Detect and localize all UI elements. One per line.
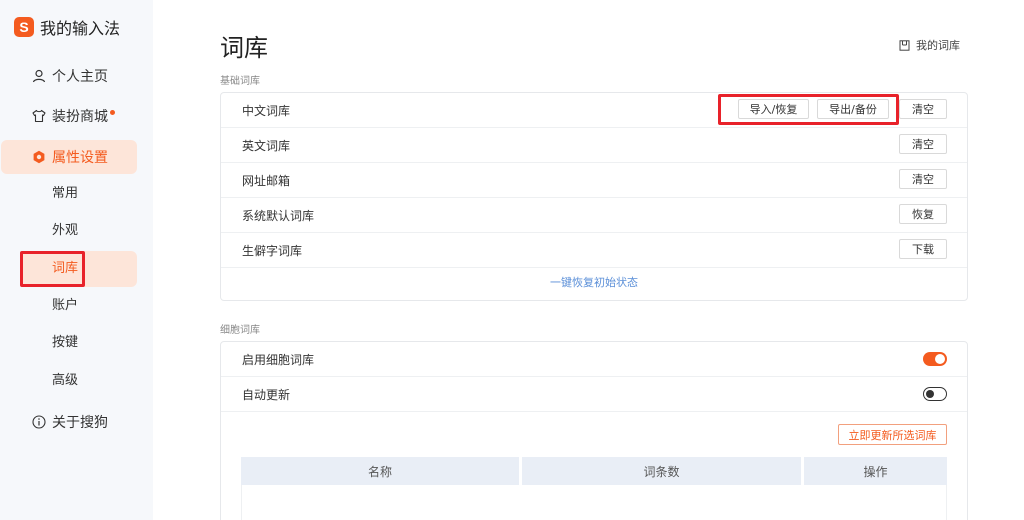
- dict-row-system-default: 系统默认词库 恢复: [221, 198, 967, 233]
- sub-item-common[interactable]: 常用: [52, 184, 78, 204]
- clear-english-button[interactable]: 清空: [899, 134, 947, 154]
- basic-dict-card: 中文词库 导入/恢复 导出/备份 清空 英文词库 清空 网址邮箱 清空 系统默认…: [220, 92, 968, 301]
- row-label: 网址邮箱: [242, 173, 291, 188]
- restore-system-button[interactable]: 恢复: [899, 204, 947, 224]
- sub-item-appearance[interactable]: 外观: [52, 221, 78, 241]
- row-label: 自动更新: [242, 387, 291, 402]
- basic-dict-section-label: 基础词库: [220, 76, 260, 87]
- setting-row-enable-cell: 启用细胞词库: [221, 342, 967, 377]
- clear-chinese-button[interactable]: 清空: [899, 99, 947, 119]
- export-backup-button[interactable]: 导出/备份: [817, 99, 889, 119]
- row-label: 启用细胞词库: [242, 352, 315, 367]
- column-header-name: 名称: [241, 457, 519, 485]
- row-label: 英文词库: [242, 138, 291, 153]
- user-icon: [32, 69, 46, 83]
- download-rare-button[interactable]: 下载: [899, 239, 947, 259]
- cell-dict-table-body: [241, 485, 947, 520]
- sidebar-item-about[interactable]: 关于搜狗: [0, 405, 153, 439]
- sidebar-item-label: 装扮商城: [52, 109, 108, 125]
- row-label: 生僻字词库: [242, 243, 303, 258]
- my-dictionary-label: 我的词库: [916, 39, 960, 52]
- my-dictionary-link[interactable]: 我的词库: [899, 37, 960, 53]
- sidebar-item-settings[interactable]: 属性设置: [1, 140, 137, 174]
- sub-item-account[interactable]: 账户: [52, 296, 78, 316]
- brand-name: 我的输入法: [40, 19, 121, 38]
- sogou-logo: S: [14, 17, 34, 37]
- enable-cell-toggle[interactable]: [923, 352, 947, 366]
- sub-item-advanced[interactable]: 高级: [52, 371, 78, 391]
- new-badge-dot: [110, 109, 115, 115]
- sidebar-item-store[interactable]: 装扮商城: [0, 99, 153, 133]
- import-restore-button[interactable]: 导入/恢复: [738, 99, 809, 119]
- settings-icon: [32, 150, 46, 164]
- dict-row-english: 英文词库 清空: [221, 128, 967, 163]
- page-title: 词库: [220, 34, 268, 62]
- info-icon: [32, 415, 46, 429]
- sidebar: S 我的输入法 个人主页 装扮商城 属性设置 常用 外观 词库 账户 按键 高级…: [0, 0, 153, 520]
- book-icon: [899, 39, 910, 51]
- brand: S 我的输入法: [14, 14, 120, 40]
- sidebar-item-profile[interactable]: 个人主页: [0, 59, 153, 93]
- cell-dict-section-label: 细胞词库: [220, 325, 260, 336]
- dict-row-url-email: 网址邮箱 清空: [221, 163, 967, 198]
- sidebar-item-label: 关于搜狗: [52, 415, 108, 431]
- update-selected-button[interactable]: 立即更新所选词库: [838, 424, 947, 445]
- cell-dict-card: 启用细胞词库 自动更新 立即更新所选词库 名称 词条数 操作: [220, 341, 968, 520]
- dict-row-chinese: 中文词库 导入/恢复 导出/备份 清空: [221, 93, 967, 128]
- row-label: 系统默认词库: [242, 208, 315, 223]
- cell-dict-table-header: 名称 词条数 操作: [241, 457, 947, 485]
- sidebar-item-label: 个人主页: [52, 69, 108, 85]
- row-label: 中文词库: [242, 103, 291, 118]
- sidebar-item-label: 属性设置: [52, 150, 108, 166]
- clear-url-email-button[interactable]: 清空: [899, 169, 947, 189]
- dict-row-rare-chars: 生僻字词库 下载: [221, 233, 967, 268]
- auto-update-toggle[interactable]: [923, 387, 947, 401]
- sub-item-dictionary[interactable]: [20, 251, 137, 287]
- shirt-icon: [32, 109, 46, 123]
- sub-item-keys[interactable]: 按键: [52, 333, 78, 353]
- setting-row-auto-update: 自动更新: [221, 377, 967, 412]
- column-header-count: 词条数: [522, 457, 801, 485]
- restore-all-link[interactable]: 一键恢复初始状态: [221, 274, 967, 290]
- column-header-action: 操作: [804, 457, 947, 485]
- sub-item-dictionary-label: 词库: [52, 261, 79, 276]
